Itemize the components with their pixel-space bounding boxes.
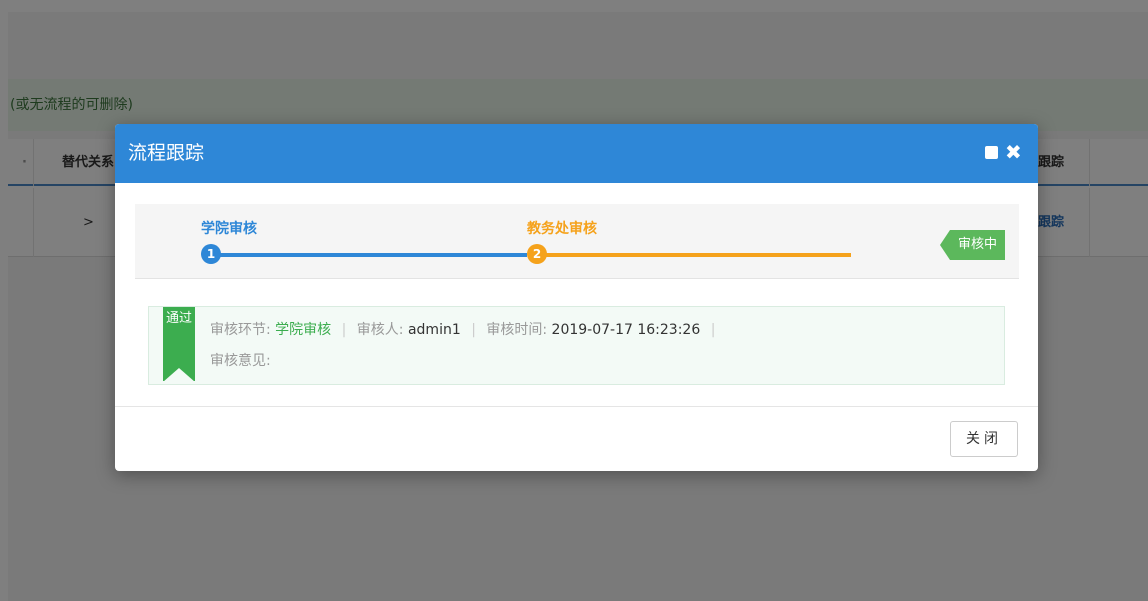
step-line — [215, 253, 527, 257]
reviewer-label: 审核人: — [356, 322, 404, 338]
step-label: 教务处审核 — [527, 221, 597, 237]
process-steps: 学院审核 教务处审核 1 2 审核中 — [135, 204, 1019, 279]
separator: | — [341, 322, 347, 338]
close-icon[interactable]: ✖ — [1005, 138, 1022, 166]
opinion-label: 审核意见: — [210, 353, 271, 369]
process-tracking-dialog: 流程跟踪 ✖ 学院审核 教务处审核 1 2 审核中 通过 审核环节: 学院审核 … — [115, 124, 1038, 471]
step-number: 2 — [527, 244, 547, 264]
time-label: 审核时间: — [486, 322, 548, 338]
step-line — [537, 253, 851, 257]
separator: | — [471, 322, 476, 338]
close-button[interactable]: 关闭 — [950, 421, 1018, 457]
step-label: 学院审核 — [201, 221, 257, 237]
time-value: 2019-07-17 16:23:26 — [551, 322, 701, 338]
maximize-icon[interactable] — [985, 146, 998, 159]
dialog-header: 流程跟踪 ✖ — [115, 124, 1038, 183]
dialog-title: 流程跟踪 — [128, 142, 205, 164]
audit-record: 通过 审核环节: 学院审核 | 审核人: admin1 | 审核时间: 2019… — [148, 306, 1005, 385]
stage-label: 审核环节: — [210, 322, 271, 338]
status-badge: 审核中 — [939, 230, 1006, 260]
stage-value: 学院审核 — [275, 322, 332, 338]
separator: | — [710, 322, 716, 338]
step-number: 1 — [201, 244, 221, 264]
audit-info: 审核环节: 学院审核 | 审核人: admin1 | 审核时间: 2019-07… — [210, 319, 721, 341]
pass-ribbon: 通过 — [163, 307, 195, 382]
dialog-footer: 关闭 — [115, 406, 1038, 471]
reviewer-value: admin1 — [407, 322, 461, 338]
